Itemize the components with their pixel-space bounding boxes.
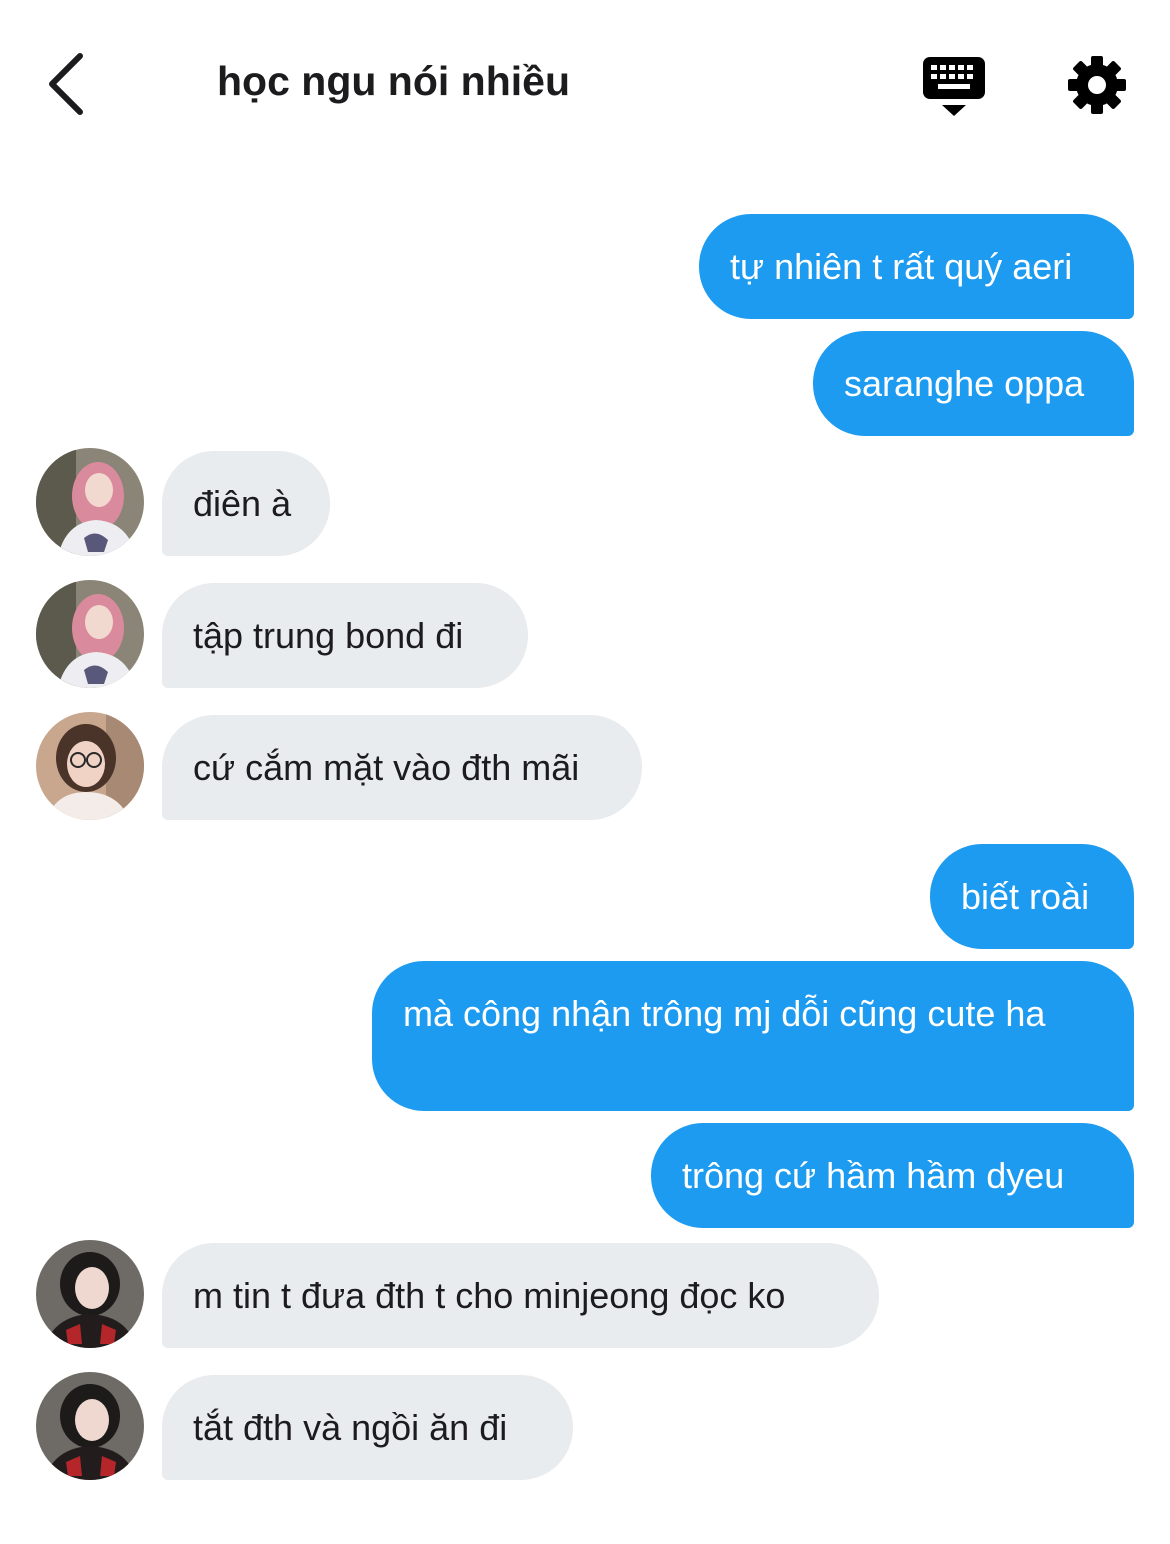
message-text: cứ cắm mặt vào đth mãi [193,747,580,788]
incoming-message[interactable]: điên à [162,451,330,556]
message-text: tập trung bond đi [193,615,464,656]
avatar[interactable] [36,1372,144,1480]
outgoing-message[interactable]: saranghe oppa [813,331,1134,436]
incoming-message[interactable]: tập trung bond đi [162,583,528,688]
message-thread: tự nhiên t rất quý aeri saranghe oppa đi… [0,0,1170,1544]
outgoing-message[interactable]: tự nhiên t rất quý aeri [699,214,1134,319]
incoming-message[interactable]: m tin t đưa đth t cho minjeong đọc ko [162,1243,879,1348]
pink-hair-avatar-icon [36,448,144,556]
avatar[interactable] [36,712,144,820]
message-text: tắt đth và ngồi ăn đi [193,1407,508,1448]
incoming-message[interactable]: cứ cắm mặt vào đth mãi [162,715,642,820]
message-text: mà công nhận trông mj dỗi cũng cute ha [403,993,1046,1034]
message-text: trông cứ hầm hầm dyeu [682,1155,1065,1196]
dark-hair-avatar-icon [36,1372,144,1480]
outgoing-message[interactable]: mà công nhận trông mj dỗi cũng cute ha [372,961,1134,1111]
outgoing-message[interactable]: trông cứ hầm hầm dyeu [651,1123,1134,1228]
message-text: biết roài [961,876,1090,917]
outgoing-message[interactable]: biết roài [930,844,1134,949]
avatar[interactable] [36,1240,144,1348]
incoming-message[interactable]: tắt đth và ngồi ăn đi [162,1375,573,1480]
message-text: m tin t đưa đth t cho minjeong đọc ko [193,1275,786,1316]
dark-hair-avatar-icon [36,1240,144,1348]
message-text: tự nhiên t rất quý aeri [730,246,1073,287]
avatar[interactable] [36,580,144,688]
message-text: saranghe oppa [844,363,1085,404]
glasses-avatar-icon [36,712,144,820]
avatar[interactable] [36,448,144,556]
pink-hair-avatar-icon [36,580,144,688]
message-text: điên à [193,483,292,524]
